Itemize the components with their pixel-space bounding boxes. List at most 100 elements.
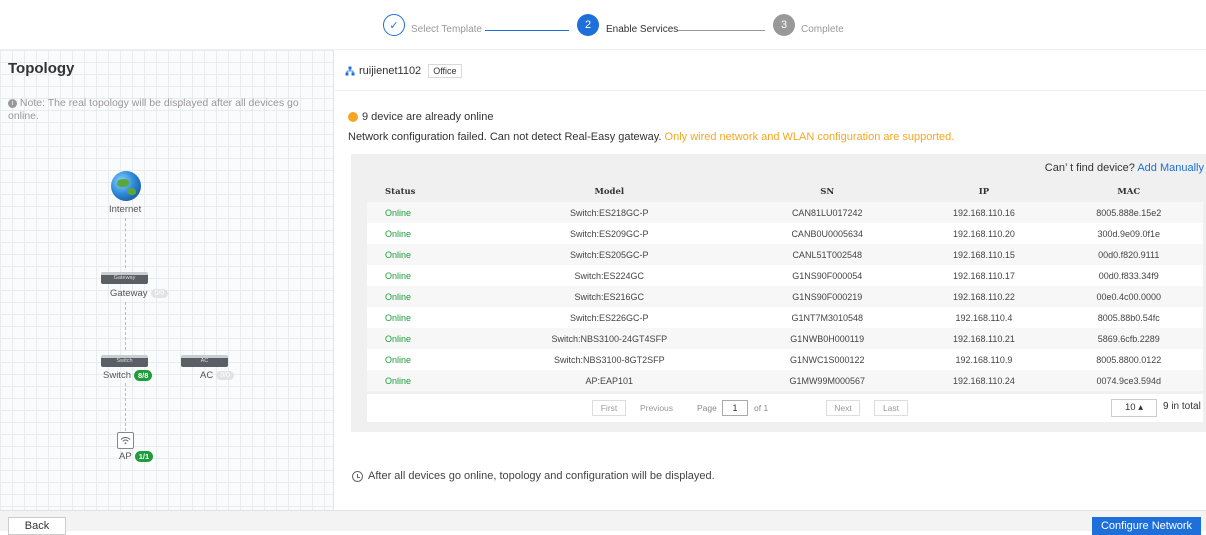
footer-bar: Back Configure Network (0, 510, 1206, 535)
switch-label: Switch 8/8 (103, 370, 153, 381)
internet-label: Internet (109, 204, 142, 215)
column-header-mac: MAC (1117, 187, 1141, 197)
gateway-device[interactable]: Gateway (101, 272, 148, 284)
ac-device[interactable]: AC (181, 355, 228, 367)
ap-device[interactable] (117, 432, 134, 449)
add-manually-link[interactable]: Add Manually (1137, 162, 1204, 174)
device-table: Status Model SN IP MAC Online Switch:ES2… (367, 182, 1203, 391)
gateway-badge: 0/0 (150, 288, 169, 298)
ip-cell: 192.168.110.22 (913, 286, 1055, 307)
step-2-label: Enable Services (606, 24, 679, 35)
ip-cell: 192.168.110.15 (913, 244, 1055, 265)
topology-title: Topology (8, 60, 75, 77)
ac-badge: 0/0 (216, 370, 234, 380)
mac-cell: 0074.9ce3.594d (1054, 370, 1203, 391)
error-hint: Only wired network and WLAN configuratio… (664, 131, 955, 143)
switch-badge: 8/8 (133, 370, 153, 381)
ip-cell: 192.168.110.21 (913, 328, 1055, 349)
error-message: Network configuration failed. Can not de… (348, 131, 955, 143)
page-label: Page (697, 403, 717, 413)
column-header-status: Status (385, 187, 416, 197)
status-cell: Online (367, 349, 478, 370)
sn-cell: G1NS90F000054 (741, 265, 914, 286)
table-row[interactable]: Online Switch:ES216GC G1NS90F000219 192.… (367, 286, 1203, 307)
status-cell: Online (367, 202, 478, 223)
model-cell: Switch:ES224GC (477, 265, 742, 286)
first-page-button[interactable]: First (592, 400, 626, 416)
mac-cell: 00e0.4c00.0000 (1054, 286, 1203, 307)
header-divider (335, 90, 1206, 91)
table-row[interactable]: Online Switch:ES226GC-P G1NT7M3010548 19… (367, 307, 1203, 328)
ap-label: AP 1/1 (119, 451, 154, 462)
mac-cell: 00d0.f833.34f9 (1054, 265, 1203, 286)
ip-cell: 192.168.110.16 (913, 202, 1055, 223)
network-tree-icon (345, 66, 355, 76)
status-cell: Online (367, 370, 478, 391)
check-icon: ✓ (389, 19, 399, 32)
model-cell: AP:EAP101 (477, 370, 742, 391)
next-page-button[interactable]: Next (826, 400, 860, 416)
status-cell: Online (367, 307, 478, 328)
link-gateway-switch (125, 302, 126, 350)
model-cell: Switch:ES205GC-P (477, 244, 742, 265)
link-switch-ap (125, 383, 126, 431)
table-row[interactable]: Online Switch:ES224GC G1NS90F000054 192.… (367, 265, 1203, 286)
step-1-circle: ✓ (383, 14, 405, 36)
page-number-input[interactable]: 1 (722, 400, 748, 416)
bottom-note: After all devices go online, topology an… (352, 470, 715, 482)
table-header-row: Status Model SN IP MAC (367, 182, 1203, 202)
status-cell: Online (367, 328, 478, 349)
table-row[interactable]: Online AP:EAP101 G1MW99M000567 192.168.1… (367, 370, 1203, 391)
ip-cell: 192.168.110.20 (913, 223, 1055, 244)
sn-cell: G1NS90F000219 (741, 286, 914, 307)
model-cell: Switch:ES218GC-P (477, 202, 742, 223)
wifi-icon (120, 437, 131, 445)
step-1-label: Select Template (411, 24, 482, 35)
back-button[interactable]: Back (8, 517, 66, 535)
sn-cell: G1MW99M000567 (741, 370, 914, 391)
step-2-circle: 2 (577, 14, 599, 36)
clock-icon (352, 470, 363, 482)
main-panel: ruijienet1102 Office 9 device are alread… (335, 50, 1206, 510)
status-cell: Online (367, 223, 478, 244)
sn-cell: G1NWB0H000119 (741, 328, 914, 349)
configure-network-button[interactable]: Configure Network (1092, 517, 1201, 535)
column-header-model: Model (594, 187, 625, 197)
sn-cell: CANB0U0005634 (741, 223, 914, 244)
last-page-button[interactable]: Last (874, 400, 908, 416)
table-row[interactable]: Online Switch:NBS3100-24GT4SFP G1NWB0H00… (367, 328, 1203, 349)
ac-label: AC 0/0 (200, 370, 234, 381)
column-header-ip: IP (978, 187, 990, 197)
step-3-label: Complete (801, 24, 844, 35)
switch-device[interactable]: Switch (101, 355, 148, 367)
ap-badge: 1/1 (134, 451, 154, 462)
device-table-panel: Can’ t find device? Add Manually Status … (351, 154, 1206, 432)
table-row[interactable]: Online Switch:ES218GC-P CAN81LU017242 19… (367, 202, 1203, 223)
step-2-connector (678, 30, 765, 31)
column-header-sn: SN (820, 187, 835, 197)
model-cell: Switch:NBS3100-8GT2SFP (477, 349, 742, 370)
model-cell: Switch:ES226GC-P (477, 307, 742, 328)
pagination: First Previous Page 1 of 1 Next Last 10 … (367, 394, 1203, 422)
ip-cell: 192.168.110.17 (913, 265, 1055, 286)
sn-cell: G1NT7M3010548 (741, 307, 914, 328)
step-3-circle: 3 (773, 14, 795, 36)
table-row[interactable]: Online Switch:ES209GC-P CANB0U0005634 19… (367, 223, 1203, 244)
network-header: ruijienet1102 Office (345, 64, 462, 78)
mac-cell: 00d0.f820.9111 (1054, 244, 1203, 265)
page-size-select[interactable]: 10 ▴ (1111, 399, 1157, 417)
table-row[interactable]: Online Switch:NBS3100-8GT2SFP G1NWC1S000… (367, 349, 1203, 370)
globe-icon[interactable] (111, 171, 141, 201)
online-status: 9 device are already online (348, 111, 493, 123)
mac-cell: 8005.888e.15e2 (1054, 202, 1203, 223)
ip-cell: 192.168.110.4 (913, 307, 1055, 328)
status-cell: Online (367, 286, 478, 307)
stepper: ✓ Select Template 2 Enable Services 3 Co… (0, 0, 1206, 50)
table-row[interactable]: Online Switch:ES205GC-P CANL51T002548 19… (367, 244, 1203, 265)
network-scene-tag: Office (428, 64, 462, 78)
model-cell: Switch:ES216GC (477, 286, 742, 307)
topology-note: i Note: The real topology will be displa… (8, 97, 299, 122)
model-cell: Switch:ES209GC-P (477, 223, 742, 244)
status-cell: Online (367, 244, 478, 265)
previous-page-button[interactable]: Previous (634, 400, 679, 416)
